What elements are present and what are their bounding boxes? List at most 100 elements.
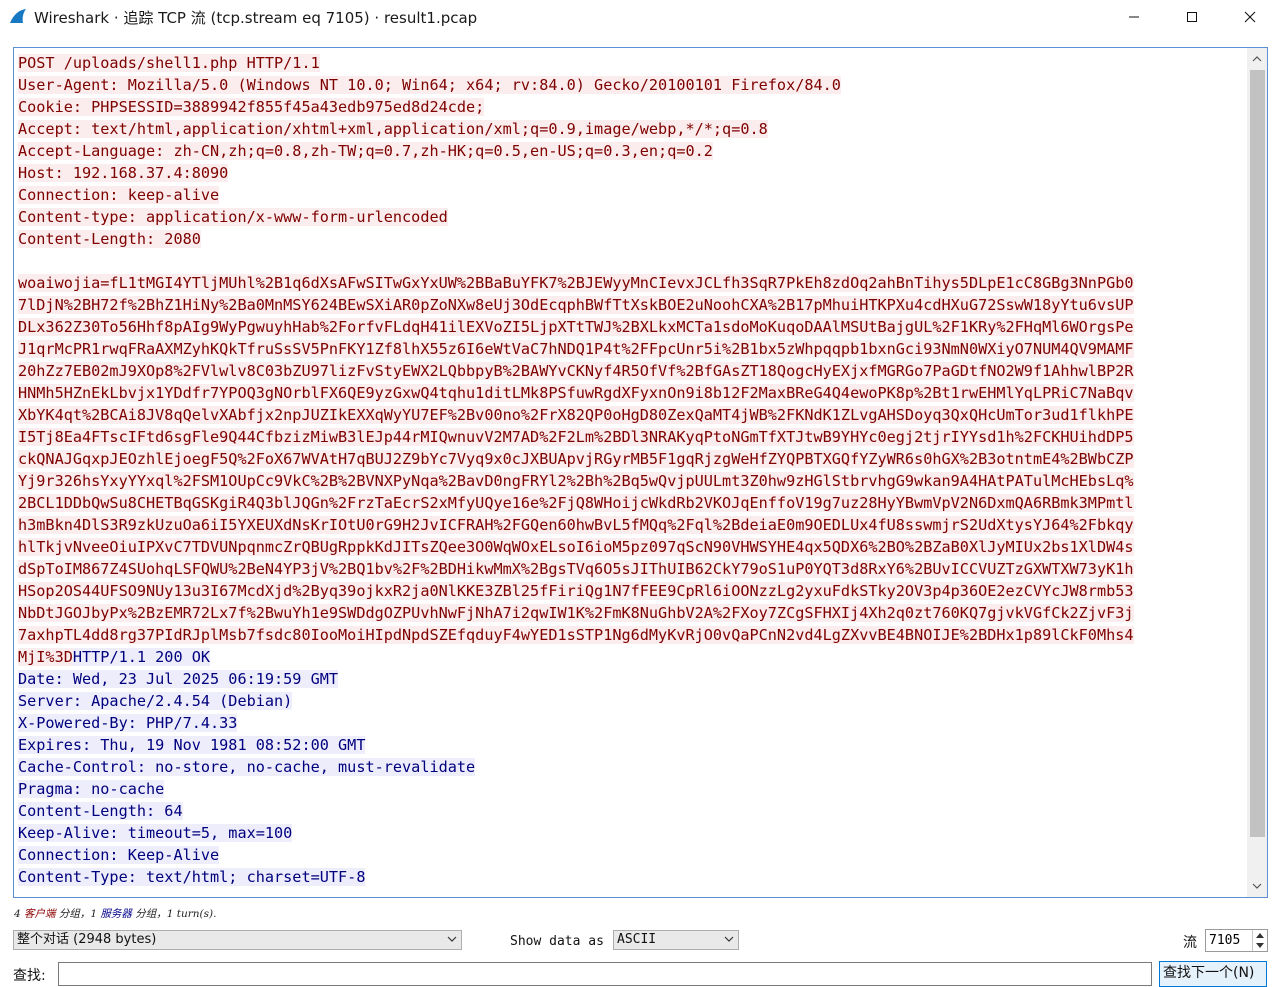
server-header-line: X-Powered-By: PHP/7.4.33 [18,712,1246,734]
scrollbar-thumb[interactable] [1250,70,1265,837]
maximize-icon [1187,12,1197,22]
show-data-select[interactable]: ASCII [613,930,739,950]
close-icon [1244,11,1256,23]
client-body-text: 20hZz7EB02mJ9XOp8%2FVlwlv8C03bZU97lizFvS… [18,362,1134,380]
client-body-text: 7axhpTL4dd8rg37PIdRJplMsb7fsdc80IooMoiHI… [18,626,1134,644]
server-header-text: Cache-Control: no-store, no-cache, must-… [18,758,476,776]
spin-down-button[interactable] [1253,940,1267,950]
client-body-text: ckQNAJGqxpJEOzhlEjoegF5Q%2FoX67WVAtH7qBU… [18,450,1134,468]
client-body-text: NbDtJGOJbyPx%2BzEMR72Lx7f%2BwuYh1e9SWDdg… [18,604,1134,622]
maximize-button[interactable] [1163,0,1221,34]
find-input[interactable] [58,962,1152,986]
server-header-line: Expires: Thu, 19 Nov 1981 08:52:00 GMT [18,734,1246,756]
server-header-line: Keep-Alive: timeout=5, max=100 [18,822,1246,844]
client-body-line: 7lDjN%2BH72f%2BhZ1HiNy%2Ba0MnMSY624BEwSX… [18,294,1246,316]
minimize-button[interactable] [1105,0,1163,34]
client-body-line: J1qrMcPR1rwqFRaAXMZyhKQkTfruSsSV5PnFKY1Z… [18,338,1246,360]
server-header-line: Date: Wed, 23 Jul 2025 06:19:59 GMT [18,668,1246,690]
server-header-text: Server: Apache/2.4.54 (Debian) [18,692,293,710]
client-body-line: NbDtJGOJbyPx%2BzEMR72Lx7f%2BwuYh1e9SWDdg… [18,602,1246,624]
conversation-select-value: 整个对话 (2948 bytes) [17,932,157,947]
server-status-line: HTTP/1.1 200 OK [72,648,211,666]
client-header-line: Host: 192.168.37.4:8090 [18,162,1246,184]
server-header-text: X-Powered-By: PHP/7.4.33 [18,714,238,732]
client-body-line: hlTkjvNveeOiuIPXvC7TDVUNpqnmcZrQBUgRppkK… [18,536,1246,558]
show-data-value: ASCII [617,932,657,947]
caret-down-icon [1256,942,1264,948]
server-header-line: Content-Length: 64 [18,800,1246,822]
scroll-up-button[interactable] [1247,50,1267,68]
server-header-text: Content-Type: text/html; charset=UTF-8 [18,868,366,886]
stream-text-view[interactable]: POST /uploads/shell1.php HTTP/1.1 User-Ag… [13,47,1268,898]
chevron-down-icon [1252,883,1262,889]
client-body-line: HNMh5HZnEkLbvjx1YDdfr7YPOQ3gNOrblFX6QE9y… [18,382,1246,404]
client-header-line: Accept: text/html,application/xhtml+xml,… [18,118,1246,140]
client-body-last: MjI%3D [18,648,73,666]
server-header-line: Pragma: no-cache [18,778,1246,800]
client-header-text: Accept-Language: zh-CN,zh;q=0.8,zh-TW;q=… [18,142,713,160]
client-body-text: h3mBkn4DlS3R9zkUzuOa6iI5YXEUXdNsKrIOtU0r… [18,516,1134,534]
server-header-text: Keep-Alive: timeout=5, max=100 [18,824,293,842]
server-header-text: Date: Wed, 23 Jul 2025 06:19:59 GMT [18,670,339,688]
client-header-line: Connection: keep-alive [18,184,1246,206]
find-next-button[interactable]: 查找下一个(N) [1159,961,1267,987]
spin-up-button[interactable] [1253,930,1267,940]
conversation-select[interactable]: 整个对话 (2948 bytes) [13,930,462,950]
chevron-down-icon [447,936,457,942]
server-header-text: Content-Length: 64 [18,802,183,820]
client-header-line: POST /uploads/shell1.php HTTP/1.1 [18,52,1246,74]
scroll-down-button[interactable] [1247,877,1267,895]
client-body-text: HNMh5HZnEkLbvjx1YDdfr7YPOQ3gNOrblFX6QE9y… [18,384,1134,402]
stream-number-spinbox[interactable]: 7105 [1205,929,1268,952]
server-header-text: Pragma: no-cache [18,780,165,798]
client-header-line: Content-Length: 2080 [18,228,1246,250]
client-body-line: h3mBkn4DlS3R9zkUzuOa6iI5YXEUXdNsKrIOtU0r… [18,514,1246,536]
server-header-text: Connection: Keep-Alive [18,846,220,864]
stats-client-label: 客户端 [24,908,56,920]
client-body-line: Yj9r326hsYxyYYxql%2FSM1OUpCc9VkC%2B%2BVN… [18,470,1246,492]
client-body-line: I5Tj8Ea4FTscIFtd6sgFle9Q44CfbzizMiwB3lEJ… [18,426,1246,448]
wireshark-fin-icon [10,9,26,23]
window-title: Wireshark · 追踪 TCP 流 (tcp.stream eq 7105… [34,9,478,27]
client-body-text: Yj9r326hsYxyYYxql%2FSM1OUpCc9VkC%2B%2BVN… [18,472,1134,490]
client-header-line: User-Agent: Mozilla/5.0 (Windows NT 10.0… [18,74,1246,96]
client-header-text: Content-Length: 2080 [18,230,201,248]
server-header-text: Expires: Thu, 19 Nov 1981 08:52:00 GMT [18,736,366,754]
client-body-line: DLx362Z30To56Hhf8pAIg9WyPgwuyhHab%2Forfv… [18,316,1246,338]
client-request-body: woaiwojia=fL1tMGI4YTljMUhl%2B1q6dXsAFwSI… [18,272,1246,646]
close-button[interactable] [1221,0,1279,34]
client-header-text: Cookie: PHPSESSID=3889942f855f45a43edb97… [18,98,485,116]
client-body-line: 2BCL1DDbQwSu8CHETBqGSKgiR4Q3blJQGn%2FrzT… [18,492,1246,514]
client-header-line: Content-type: application/x-www-form-url… [18,206,1246,228]
server-header-line: Server: Apache/2.4.54 (Debian) [18,690,1246,712]
client-body-text: woaiwojia=fL1tMGI4YTljMUhl%2B1q6dXsAFwSI… [18,274,1134,292]
chevron-down-icon [724,936,734,942]
chevron-up-icon [1252,56,1262,62]
client-body-text: 2BCL1DDbQwSu8CHETBqGSKgiR4Q3blJQGn%2FrzT… [18,494,1134,512]
client-body-line: dSpToIM867Z4SUohqLSFQWU%2BeN4YP3jV%2BQ1b… [18,558,1246,580]
client-header-text: Accept: text/html,application/xhtml+xml,… [18,120,768,138]
server-header-line: Cache-Control: no-store, no-cache, must-… [18,756,1246,778]
client-header-text: User-Agent: Mozilla/5.0 (Windows NT 10.0… [18,76,841,94]
mixed-line: MjI%3DHTTP/1.1 200 OK [18,646,1246,668]
server-response-headers: Date: Wed, 23 Jul 2025 06:19:59 GMT Serve… [18,668,1246,888]
client-header-text: Connection: keep-alive [18,186,220,204]
title-bar[interactable]: Wireshark · 追踪 TCP 流 (tcp.stream eq 7105… [0,0,1281,34]
client-body-line: XbYK4qt%2BCAi8JV8qQelvXAbfjx2npJUZIkEXXq… [18,404,1246,426]
client-body-line: 7axhpTL4dd8rg37PIdRJplMsb7fsdc80IooMoiHI… [18,624,1246,646]
spin-arrows[interactable] [1252,930,1267,951]
client-header-line: Accept-Language: zh-CN,zh;q=0.8,zh-TW;q=… [18,140,1246,162]
minimize-icon [1129,16,1139,18]
client-body-line: HSop2OS44UFSO9NUy13u3I67McdXjd%2Byq39ojk… [18,580,1246,602]
stats-server-label: 服务器 [100,908,132,920]
client-body-text: J1qrMcPR1rwqFRaAXMZyhKQkTfruSsSV5PnFKY1Z… [18,340,1134,358]
client-body-text: 7lDjN%2BH72f%2BhZ1HiNy%2Ba0MnMSY624BEwSX… [18,296,1134,314]
show-data-label: Show data as [510,934,604,949]
caret-up-icon [1256,932,1264,938]
vertical-scrollbar[interactable] [1247,48,1267,897]
client-body-text: XbYK4qt%2BCAi8JV8qQelvXAbfjx2npJUZIkEXXq… [18,406,1134,424]
client-header-line: Cookie: PHPSESSID=3889942f855f45a43edb97… [18,96,1246,118]
client-body-text: DLx362Z30To56Hhf8pAIg9WyPgwuyhHab%2Forfv… [18,318,1134,336]
client-body-text: hlTkjvNveeOiuIPXvC7TDVUNpqnmcZrQBUgRppkK… [18,538,1134,556]
